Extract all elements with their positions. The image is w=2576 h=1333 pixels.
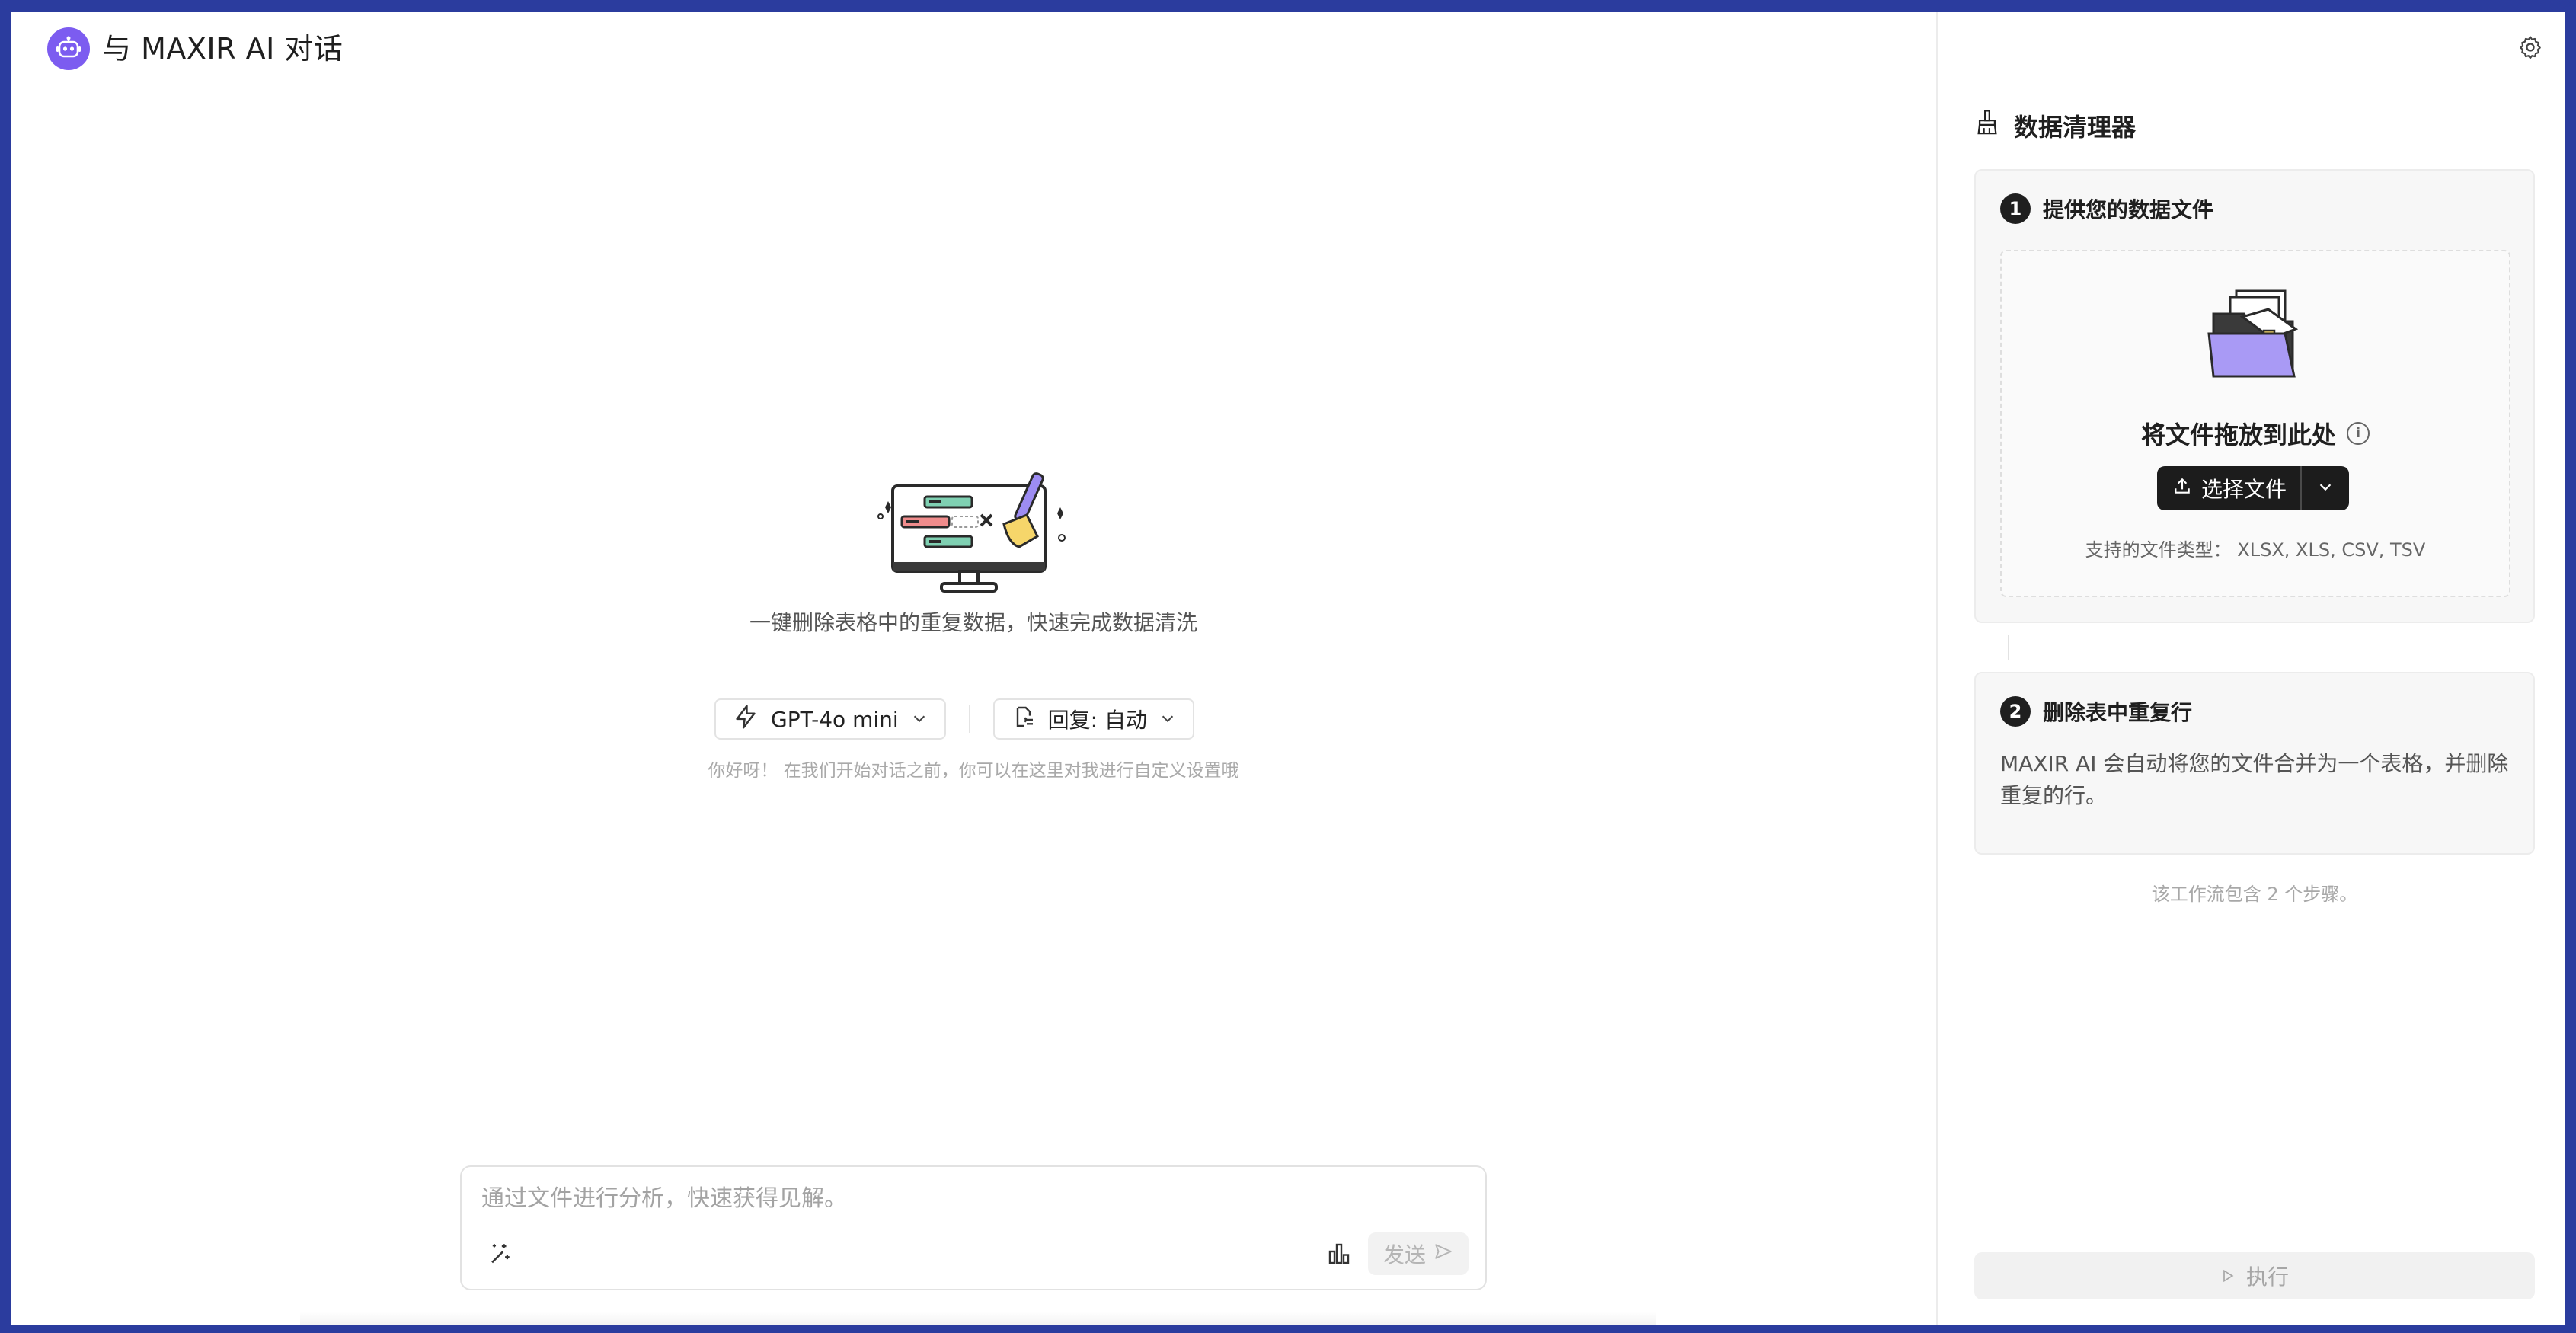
reply-mode-selector[interactable]: 回复: 自动 xyxy=(992,698,1194,740)
panel-title: 数据清理器 xyxy=(1976,108,2136,143)
bar-chart-icon[interactable] xyxy=(1324,1239,1354,1269)
customization-hint: 你好呀！ 在我们开始对话之前，你可以在这里对我进行自定义设置哦 xyxy=(708,761,1239,781)
chat-input[interactable] xyxy=(480,1181,1458,1216)
chevron-down-icon xyxy=(1159,707,1176,732)
model-label: GPT-4o mini xyxy=(771,706,899,732)
step-1-header: 1 提供您的数据文件 xyxy=(2000,193,2213,224)
feature-description: 一键删除表格中的重复数据，快速完成数据清洗 xyxy=(749,610,1197,635)
drop-label-text: 将文件拖放到此处 xyxy=(2140,420,2336,449)
select-file-label: 选择文件 xyxy=(2201,477,2287,502)
reply-settings-icon xyxy=(1012,705,1036,734)
lightning-icon xyxy=(733,704,759,735)
step-2-header: 2 删除表中重复行 xyxy=(2000,696,2192,727)
info-icon[interactable]: i xyxy=(2347,422,2370,445)
folder-icon xyxy=(2203,286,2306,384)
step-title: 提供您的数据文件 xyxy=(2043,197,2214,222)
workflow-panel: 数据清理器 1 提供您的数据文件 将文件拖放到此处 i 选择文件 支持的文件类型… xyxy=(1936,12,2565,1325)
drop-label: 将文件拖放到此处 i xyxy=(2002,416,2509,451)
play-icon xyxy=(2220,1264,2236,1289)
gear-icon[interactable] xyxy=(2515,32,2546,62)
broom-icon xyxy=(1976,110,1999,142)
step-number: 2 xyxy=(2000,696,2031,727)
send-button[interactable]: 发送 xyxy=(1368,1232,1469,1275)
model-selector[interactable]: GPT-4o mini xyxy=(714,698,946,740)
magic-wand-icon[interactable] xyxy=(484,1239,515,1269)
header: 与 MAXIR AI 对话 xyxy=(11,12,1936,85)
step-description: MAXIR AI 会自动将您的文件合并为一个表格，并删除重复的行。 xyxy=(2000,751,2509,808)
chevron-down-icon xyxy=(2317,478,2334,498)
page-title: 与 MAXIR AI 对话 xyxy=(102,32,344,66)
upload-icon xyxy=(2172,476,2192,501)
step-connector xyxy=(2008,635,2009,660)
reply-mode-label: 回复: 自动 xyxy=(1047,708,1147,733)
run-label: 执行 xyxy=(2245,1264,2289,1290)
panel-title-text: 数据清理器 xyxy=(2014,113,2137,142)
step-1-card: 1 提供您的数据文件 将文件拖放到此处 i 选择文件 支持的文件类型： XLSX… xyxy=(1974,169,2535,623)
send-icon xyxy=(1433,1242,1453,1267)
step-number: 1 xyxy=(2000,193,2031,224)
app-window: 与 MAXIR AI 对话 一键删除表格中的重复数据，快速完成数据清洗 GPT-… xyxy=(11,12,2565,1325)
select-file-button[interactable]: 选择文件 xyxy=(2157,466,2301,510)
run-button[interactable]: 执行 xyxy=(1974,1252,2535,1299)
divider xyxy=(968,705,970,733)
step-2-card: 2 删除表中重复行 MAXIR AI 会自动将您的文件合并为一个表格，并删除重复… xyxy=(1974,672,2535,855)
supported-file-types: 支持的文件类型： XLSX, XLS, CSV, TSV xyxy=(2085,539,2426,561)
file-source-dropdown[interactable] xyxy=(2300,466,2350,510)
workflow-step-count: 该工作流包含 2 个步骤。 xyxy=(2151,884,2358,905)
footer-shadow xyxy=(300,1312,1656,1325)
step-title: 删除表中重复行 xyxy=(2043,700,2193,725)
chevron-down-icon xyxy=(911,707,928,732)
send-label: 发送 xyxy=(1382,1242,1426,1267)
file-dropzone[interactable]: 将文件拖放到此处 i 选择文件 支持的文件类型： XLSX, XLS, CSV,… xyxy=(2000,250,2510,597)
chat-composer: 发送 xyxy=(460,1165,1487,1290)
select-file-button-group: 选择文件 xyxy=(2157,466,2350,510)
chat-options: GPT-4o mini 回复: 自动 xyxy=(714,698,1194,740)
robot-icon xyxy=(47,27,90,70)
data-cleaning-illustration xyxy=(874,471,1075,596)
